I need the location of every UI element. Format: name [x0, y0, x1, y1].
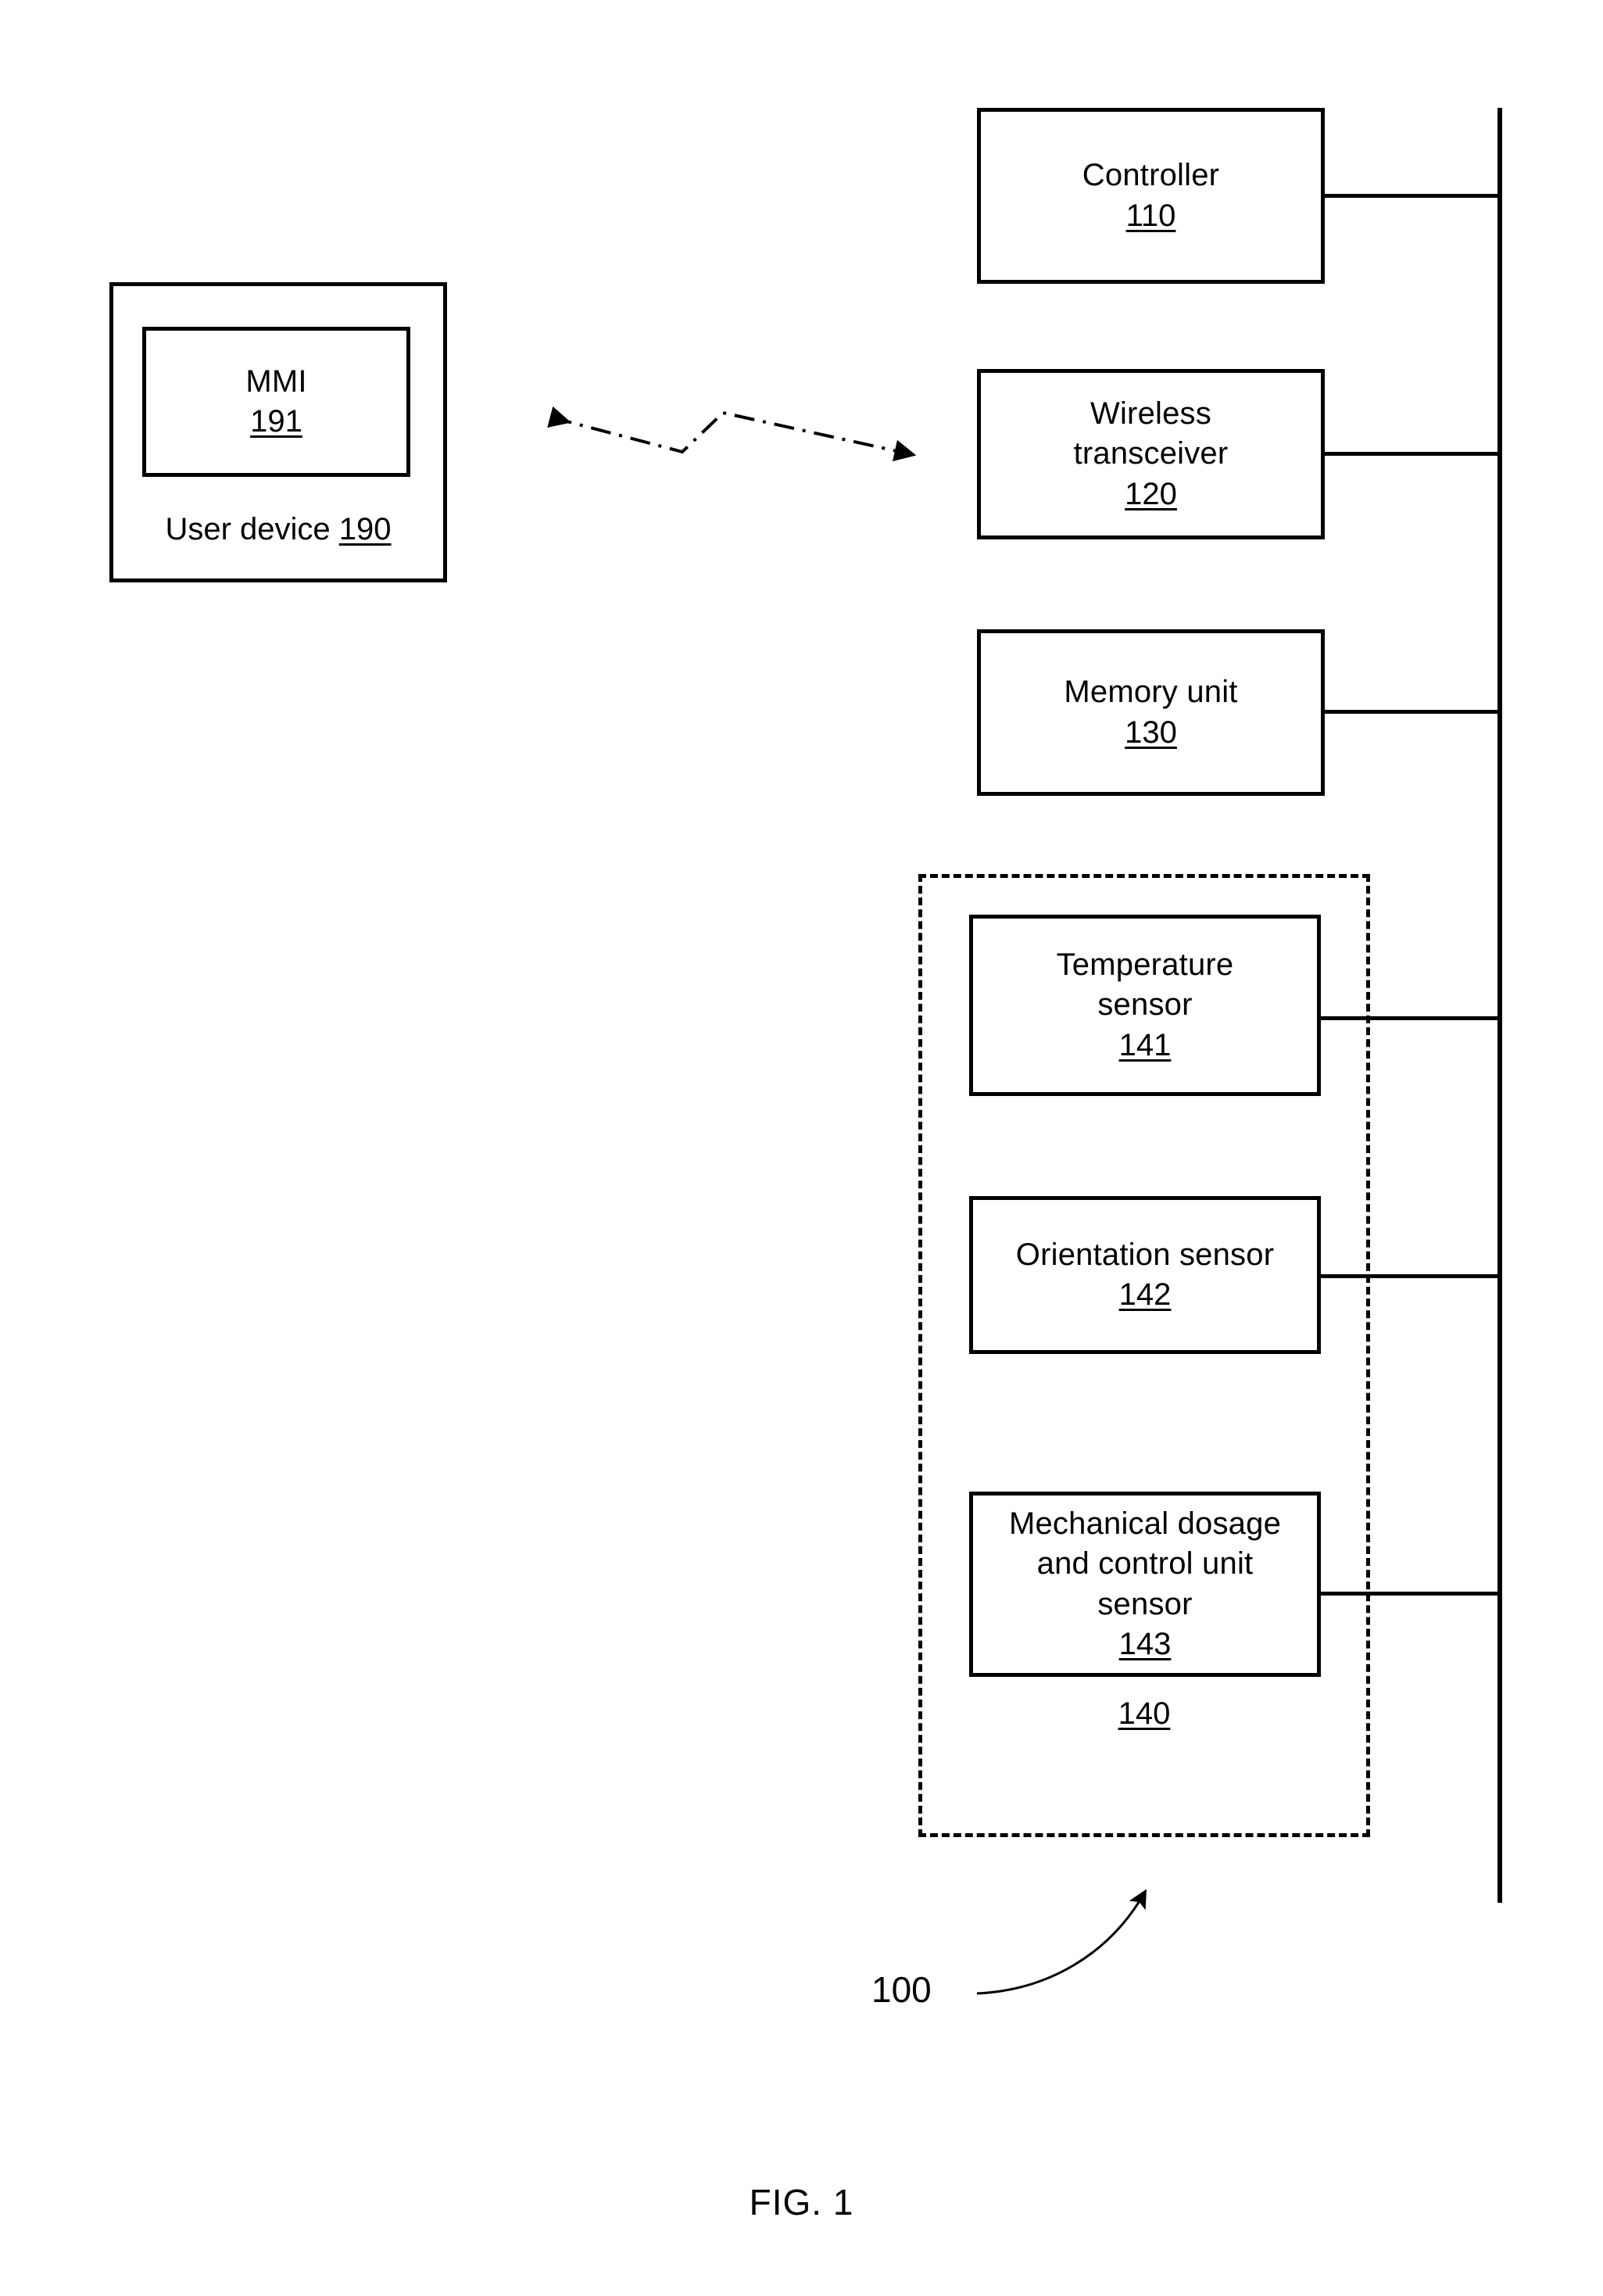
mechanical-dosage-sensor-box: Mechanical dosage and control unit senso… [969, 1492, 1321, 1677]
connector-controller [1321, 194, 1501, 198]
orientation-sensor-label: Orientation sensor [1015, 1237, 1275, 1272]
wireless-transceiver-ref: 120 [1125, 476, 1177, 511]
memory-unit-box: Memory unit 130 [977, 629, 1325, 796]
mechanical-dosage-sensor-label: Mechanical dosage and control unit senso… [1008, 1506, 1282, 1621]
wireless-transceiver-label: Wireless transceiver [1073, 396, 1229, 471]
orientation-sensor-box: Orientation sensor 142 [969, 1196, 1321, 1354]
connector-mechanical-dosage-sensor [1318, 1592, 1501, 1596]
sensor-group-ref: 140 [1118, 1696, 1171, 1731]
figure-canvas: MMI 191 User device 190 Controller 110 W… [0, 0, 1603, 2296]
figure-caption: FIG. 1 [749, 2182, 854, 2223]
controller-label: Controller [1082, 158, 1220, 193]
system-ref-label: 100 [871, 1969, 932, 2010]
memory-unit-label: Memory unit [1064, 675, 1238, 710]
memory-unit-ref: 130 [1125, 715, 1177, 750]
temperature-sensor-label: Temperature sensor [1056, 947, 1234, 1023]
wireless-transceiver-box: Wireless transceiver 120 [977, 369, 1325, 539]
mmi-label: MMI [245, 364, 307, 399]
connector-temperature-sensor [1318, 1016, 1501, 1020]
mmi-box: MMI 191 [142, 327, 410, 477]
user-device-ref: 190 [338, 512, 392, 546]
user-device-caption-text: User device [165, 512, 339, 546]
controller-box: Controller 110 [977, 108, 1325, 284]
orientation-sensor-ref: 142 [1118, 1277, 1172, 1312]
system-bus-line [1497, 108, 1502, 1903]
wireless-link-icon [547, 406, 917, 462]
connector-memory-unit [1321, 710, 1501, 714]
connector-orientation-sensor [1318, 1274, 1501, 1278]
controller-ref: 110 [1125, 198, 1176, 233]
temperature-sensor-box: Temperature sensor 141 [969, 915, 1321, 1096]
mmi-ref: 191 [250, 404, 302, 439]
temperature-sensor-ref: 141 [1118, 1027, 1172, 1062]
user-device-caption: User device 190 [109, 512, 447, 547]
connector-wireless-transceiver [1321, 452, 1501, 456]
system-leader-arrow [976, 1889, 1147, 1995]
mechanical-dosage-sensor-ref: 143 [1118, 1626, 1172, 1661]
